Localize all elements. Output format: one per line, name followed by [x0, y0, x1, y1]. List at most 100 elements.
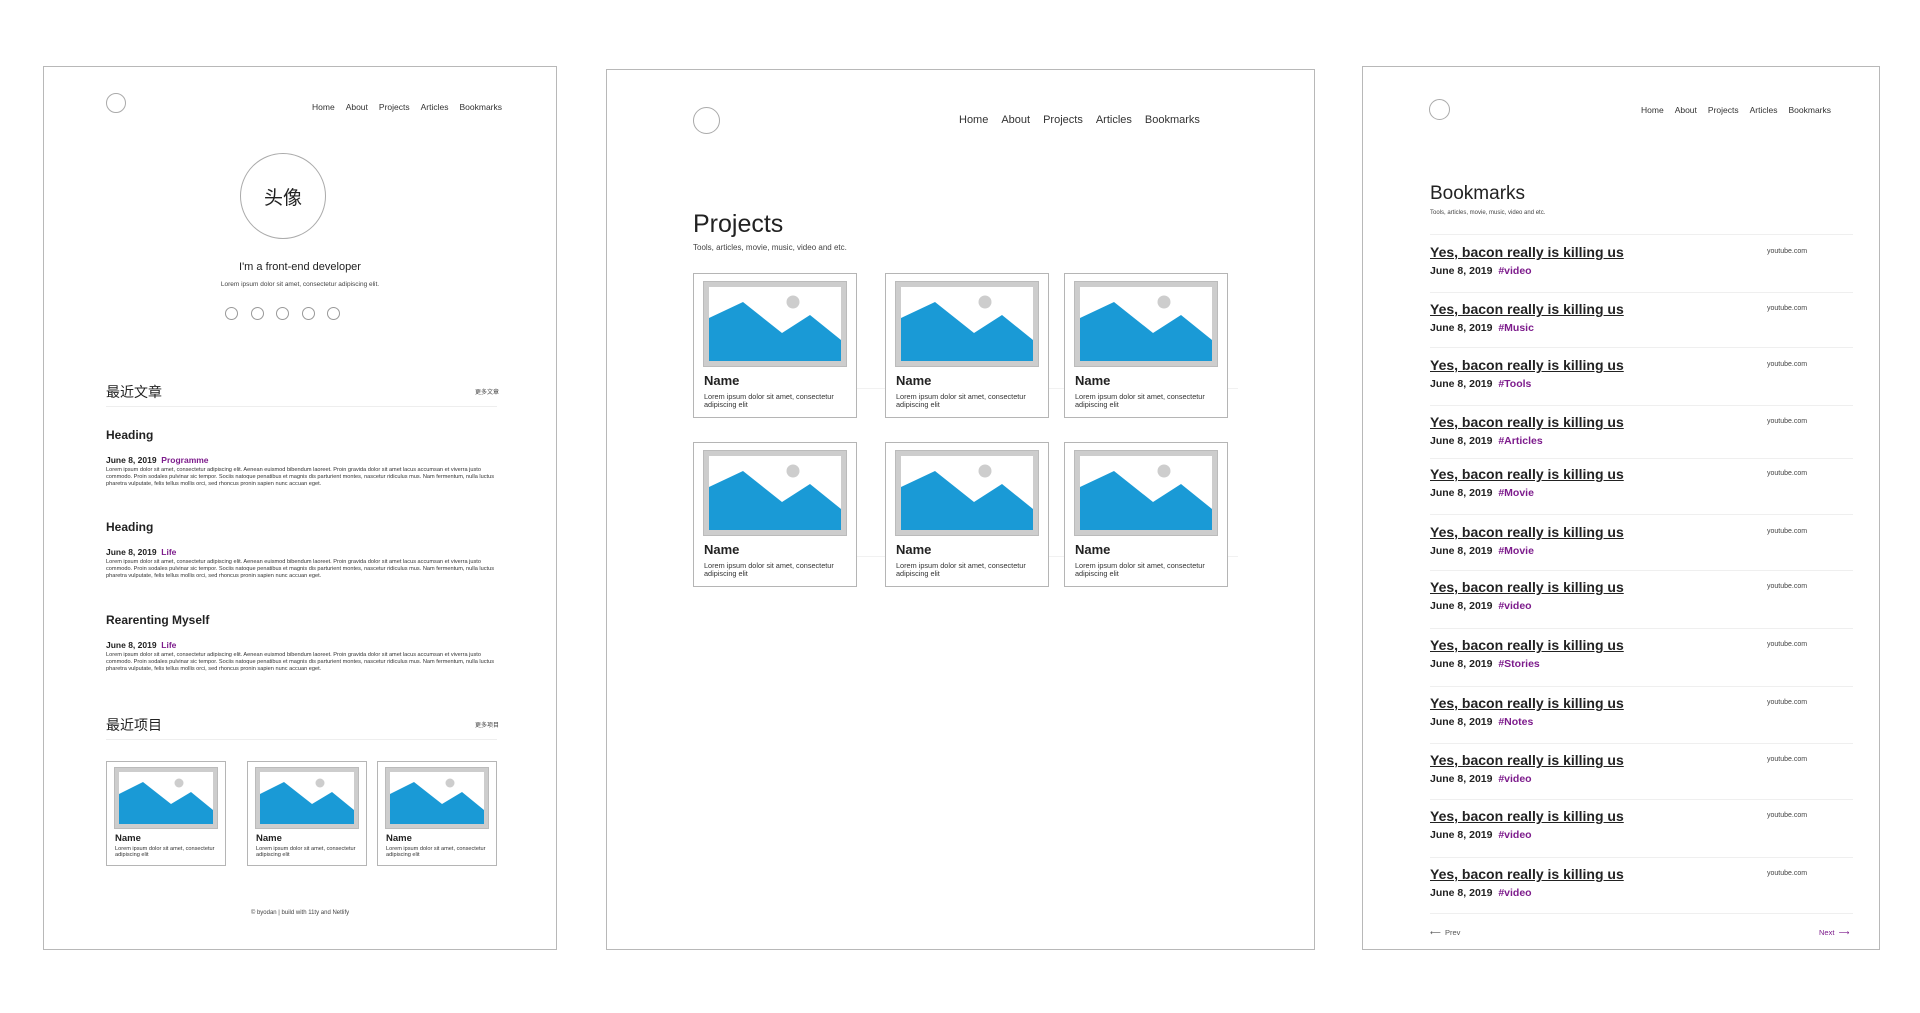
nav-about[interactable]: About	[1675, 105, 1697, 115]
image-placeholder-icon	[709, 456, 841, 530]
article-tag[interactable]: Programme	[161, 455, 208, 465]
bookmark-tag[interactable]: #Stories	[1498, 658, 1539, 670]
project-name: Name	[704, 542, 740, 557]
bookmark-title[interactable]: Yes, bacon really is killing us	[1430, 695, 1624, 711]
divider	[1430, 458, 1853, 459]
bookmark-tag[interactable]: #video	[1498, 887, 1531, 899]
project-card[interactable]: Name Lorem ipsum dolor sit amet, consect…	[106, 761, 226, 866]
arrow-right-icon: ⟶	[1838, 928, 1850, 937]
nav-projects[interactable]: Projects	[1708, 105, 1739, 115]
project-card[interactable]: Name Lorem ipsum dolor sit amet, consect…	[247, 761, 367, 866]
page-title: Bookmarks	[1430, 183, 1526, 204]
project-card[interactable]: Name Lorem ipsum dolor sit amet, consect…	[885, 442, 1049, 587]
bookmark-title[interactable]: Yes, bacon really is killing us	[1430, 414, 1624, 430]
subline: Lorem ipsum dolor sit amet, consectetur …	[220, 281, 380, 288]
image-placeholder-icon	[709, 287, 841, 361]
nav-home[interactable]: Home	[312, 102, 335, 112]
bookmark-title[interactable]: Yes, bacon really is killing us	[1430, 466, 1624, 482]
project-card[interactable]: Name Lorem ipsum dolor sit amet, consect…	[377, 761, 497, 866]
article-heading[interactable]: Heading	[106, 520, 153, 534]
bookmark-tag[interactable]: #video	[1498, 773, 1531, 785]
project-card[interactable]: Name Lorem ipsum dolor sit amet, consect…	[1064, 442, 1228, 587]
social-icon[interactable]	[276, 307, 289, 320]
site-logo[interactable]	[106, 93, 126, 113]
next-label: Next	[1819, 928, 1835, 937]
site-logo[interactable]	[1429, 99, 1450, 120]
project-name: Name	[896, 373, 932, 388]
nav-home[interactable]: Home	[1641, 105, 1664, 115]
bookmark-date: June 8, 2019	[1430, 658, 1493, 670]
bookmark-tag[interactable]: #Movie	[1498, 545, 1534, 557]
prev-link[interactable]: ⟵ Prev	[1430, 928, 1460, 937]
project-name: Name	[256, 833, 282, 844]
image-placeholder-icon	[390, 772, 484, 824]
divider	[1430, 405, 1853, 406]
project-card[interactable]: Name Lorem ipsum dolor sit amet, consect…	[693, 273, 857, 418]
project-thumbnail	[114, 767, 218, 829]
divider	[1430, 234, 1853, 235]
bookmark-date: June 8, 2019	[1430, 716, 1493, 728]
project-desc: Lorem ipsum dolor sit amet, consectetur …	[1075, 392, 1205, 410]
bookmark-title[interactable]: Yes, bacon really is killing us	[1430, 637, 1624, 653]
project-card[interactable]: Name Lorem ipsum dolor sit amet, consect…	[1064, 273, 1228, 418]
divider	[1430, 686, 1853, 687]
site-logo[interactable]	[693, 107, 720, 134]
social-icon[interactable]	[250, 307, 264, 320]
project-desc: Lorem ipsum dolor sit amet, consectetur …	[896, 392, 1026, 410]
bookmark-title[interactable]: Yes, bacon really is killing us	[1430, 752, 1624, 768]
project-name: Name	[386, 833, 412, 844]
project-card[interactable]: Name Lorem ipsum dolor sit amet, consect…	[693, 442, 857, 587]
bookmark-tag[interactable]: #Notes	[1498, 716, 1533, 728]
article-excerpt: Lorem ipsum dolor sit amet, consectetur …	[106, 559, 495, 579]
divider	[106, 406, 497, 407]
nav-projects[interactable]: Projects	[1043, 114, 1083, 126]
bookmark-title[interactable]: Yes, bacon really is killing us	[1430, 808, 1624, 824]
bookmark-title[interactable]: Yes, bacon really is killing us	[1430, 579, 1624, 595]
bookmark-title[interactable]: Yes, bacon really is killing us	[1430, 866, 1624, 882]
article-heading[interactable]: Rearenting Myself	[106, 613, 209, 627]
bookmark-meta: June 8, 2019 #video	[1430, 887, 1532, 899]
social-icon[interactable]	[301, 307, 315, 320]
bookmark-meta: June 8, 2019 #Notes	[1430, 716, 1533, 728]
article-tag[interactable]: Life	[161, 640, 176, 650]
nav-home[interactable]: Home	[959, 114, 988, 126]
social-icon[interactable]	[225, 307, 238, 320]
more-articles-link[interactable]: 更多文章	[475, 387, 499, 396]
nav-bookmarks[interactable]: Bookmarks	[1789, 105, 1832, 115]
more-projects-link[interactable]: 更多项目	[475, 720, 499, 729]
bookmark-title[interactable]: Yes, bacon really is killing us	[1430, 524, 1624, 540]
divider	[1430, 347, 1853, 348]
nav-bookmarks[interactable]: Bookmarks	[460, 102, 503, 112]
article-heading[interactable]: Heading	[106, 428, 153, 442]
bookmark-tag[interactable]: #Tools	[1498, 378, 1531, 390]
article-meta: June 8, 2019 Programme	[106, 455, 209, 465]
bookmark-title[interactable]: Yes, bacon really is killing us	[1430, 244, 1624, 260]
nav-articles[interactable]: Articles	[421, 102, 449, 112]
bookmark-tag[interactable]: #Articles	[1498, 435, 1542, 447]
nav-articles[interactable]: Articles	[1096, 114, 1132, 126]
bookmark-tag[interactable]: #video	[1498, 829, 1531, 841]
divider	[1430, 799, 1853, 800]
nav-about[interactable]: About	[1001, 114, 1030, 126]
article-date: June 8, 2019	[106, 547, 157, 557]
project-card[interactable]: Name Lorem ipsum dolor sit amet, consect…	[885, 273, 1049, 418]
bookmark-source: youtube.com	[1767, 583, 1808, 590]
bookmark-tag[interactable]: #Music	[1498, 322, 1534, 334]
article-tag[interactable]: Life	[161, 547, 176, 557]
next-link[interactable]: Next ⟶	[1819, 928, 1849, 937]
social-icon[interactable]	[327, 307, 340, 320]
bookmark-title[interactable]: Yes, bacon really is killing us	[1430, 357, 1624, 373]
bookmark-title[interactable]: Yes, bacon really is killing us	[1430, 301, 1624, 317]
nav-bookmarks[interactable]: Bookmarks	[1145, 114, 1200, 126]
bookmark-meta: June 8, 2019 #Movie	[1430, 487, 1534, 499]
home-nav: Home About Projects Articles Bookmarks	[312, 102, 502, 112]
bookmark-source: youtube.com	[1767, 470, 1808, 477]
project-desc: Lorem ipsum dolor sit amet, consectetur …	[115, 846, 215, 859]
bookmark-tag[interactable]: #video	[1498, 600, 1531, 612]
nav-about[interactable]: About	[346, 102, 368, 112]
bookmark-source: youtube.com	[1767, 870, 1808, 877]
bookmark-tag[interactable]: #video	[1498, 265, 1531, 277]
bookmark-tag[interactable]: #Movie	[1498, 487, 1534, 499]
nav-projects[interactable]: Projects	[379, 102, 410, 112]
nav-articles[interactable]: Articles	[1750, 105, 1778, 115]
